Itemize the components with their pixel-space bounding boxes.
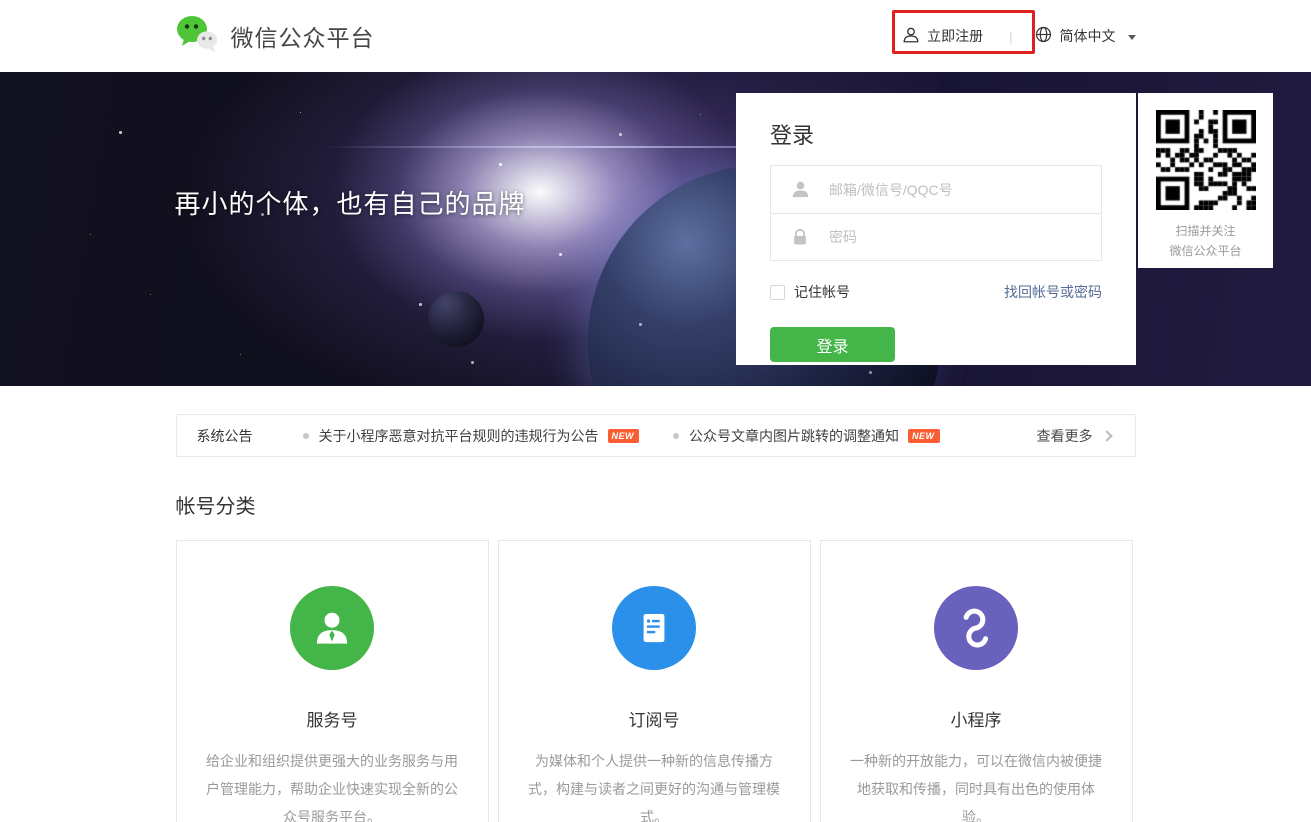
header-right: 立即注册 | 简体中文 <box>902 26 1136 47</box>
login-panel: 登录 邮箱/微信号/QQC号 记住帐号 找回帐号或密码 登录 <box>736 93 1136 365</box>
announcement-bar: 系统公告 关于小程序恶意对抗平台规则的违规行为公告 NEW 公众号文章内图片跳转… <box>175 414 1136 457</box>
new-badge: NEW <box>908 428 940 443</box>
announcement-item-1[interactable]: 关于小程序恶意对抗平台规则的违规行为公告 NEW <box>302 426 639 446</box>
bullet-icon <box>302 432 309 439</box>
card-title: 小程序 <box>950 711 1002 730</box>
card-description: 给企业和组织提供更强大的业务服务与用户管理能力，帮助企业快速实现全新的公众号服务… <box>206 753 458 822</box>
header: 微信公众平台 立即注册 | 简体中文 <box>0 0 1311 72</box>
account-input-row <box>771 166 1101 213</box>
card-subscription-account[interactable]: 订阅号 为媒体和个人提供一种新的信息传播方式，构建与读者之间更好的沟通与管理模式… <box>497 540 811 822</box>
person-icon <box>771 180 829 199</box>
language-label: 简体中文 <box>1059 28 1116 44</box>
checkbox-icon[interactable] <box>770 284 785 300</box>
qr-caption-line1: 扫描并关注 <box>1175 224 1236 238</box>
wechat-mp-homepage: 微信公众平台 立即注册 | 简体中文 再小的个体，也有自己的品牌 登录 邮箱/微… <box>0 0 1311 822</box>
view-more-link[interactable]: 查看更多 <box>1037 426 1115 446</box>
register-label: 立即注册 <box>927 28 984 44</box>
hero-banner: 再小的个体，也有自己的品牌 登录 邮箱/微信号/QQC号 记住帐号 找回帐号或密… <box>0 72 1311 386</box>
new-badge: NEW <box>607 428 639 443</box>
card-mini-program[interactable]: 小程序 一种新的开放能力，可以在微信内被便捷地获取和传播，同时具有出色的使用体验… <box>819 540 1133 822</box>
small-planet <box>428 291 484 347</box>
login-inputs <box>770 165 1102 261</box>
person-outline-icon <box>902 26 920 47</box>
card-title: 服务号 <box>306 711 358 730</box>
card-description: 一种新的开放能力，可以在微信内被便捷地获取和传播，同时具有出色的使用体验。 <box>850 753 1102 822</box>
qr-code <box>1155 110 1256 210</box>
remember-label: 记住帐号 <box>794 284 850 300</box>
mini-program-icon <box>934 586 1018 670</box>
section-title-account-types: 帐号分类 <box>175 496 256 518</box>
login-button[interactable]: 登录 <box>770 327 895 362</box>
account-type-cards: 服务号 给企业和组织提供更强大的业务服务与用户管理能力，帮助企业快速实现全新的公… <box>175 540 1136 822</box>
page-title: 微信公众平台 <box>230 25 375 51</box>
announcement-item-2[interactable]: 公众号文章内图片跳转的调整通知 NEW <box>673 426 940 446</box>
bullet-icon <box>673 432 679 439</box>
brand: 微信公众平台 <box>176 14 375 59</box>
hero-tagline: 再小的个体，也有自己的品牌 <box>174 189 526 219</box>
lock-icon <box>771 228 829 246</box>
account-input[interactable] <box>829 166 1101 213</box>
globe-icon <box>1035 26 1052 46</box>
login-title: 登录 <box>770 123 815 148</box>
remember-account-checkbox[interactable]: 记住帐号 <box>770 282 850 302</box>
qr-caption-line2: 微信公众平台 <box>1169 244 1242 258</box>
password-input-row <box>771 213 1101 260</box>
header-divider: | <box>1009 28 1013 44</box>
password-input[interactable] <box>829 214 1101 260</box>
wechat-logo-icon <box>176 14 218 59</box>
language-selector[interactable]: 简体中文 <box>1035 26 1136 46</box>
service-account-icon <box>290 586 374 670</box>
qr-panel: 扫描并关注 微信公众平台 <box>1138 93 1273 268</box>
subscription-account-icon <box>612 586 696 670</box>
register-link[interactable]: 立即注册 <box>902 26 983 47</box>
chevron-down-icon <box>1127 34 1136 40</box>
card-description: 为媒体和个人提供一种新的信息传播方式，构建与读者之间更好的沟通与管理模式。 <box>528 753 780 822</box>
forgot-account-link[interactable]: 找回帐号或密码 <box>1004 282 1102 302</box>
card-service-account[interactable]: 服务号 给企业和组织提供更强大的业务服务与用户管理能力，帮助企业快速实现全新的公… <box>175 540 489 822</box>
stars <box>0 72 1 73</box>
announcement-label: 系统公告 <box>196 427 253 444</box>
login-options: 记住帐号 找回帐号或密码 <box>770 282 1102 302</box>
card-title: 订阅号 <box>628 711 680 730</box>
qr-caption: 扫描并关注 微信公众平台 <box>1138 221 1273 261</box>
chevron-right-icon <box>1100 429 1113 442</box>
